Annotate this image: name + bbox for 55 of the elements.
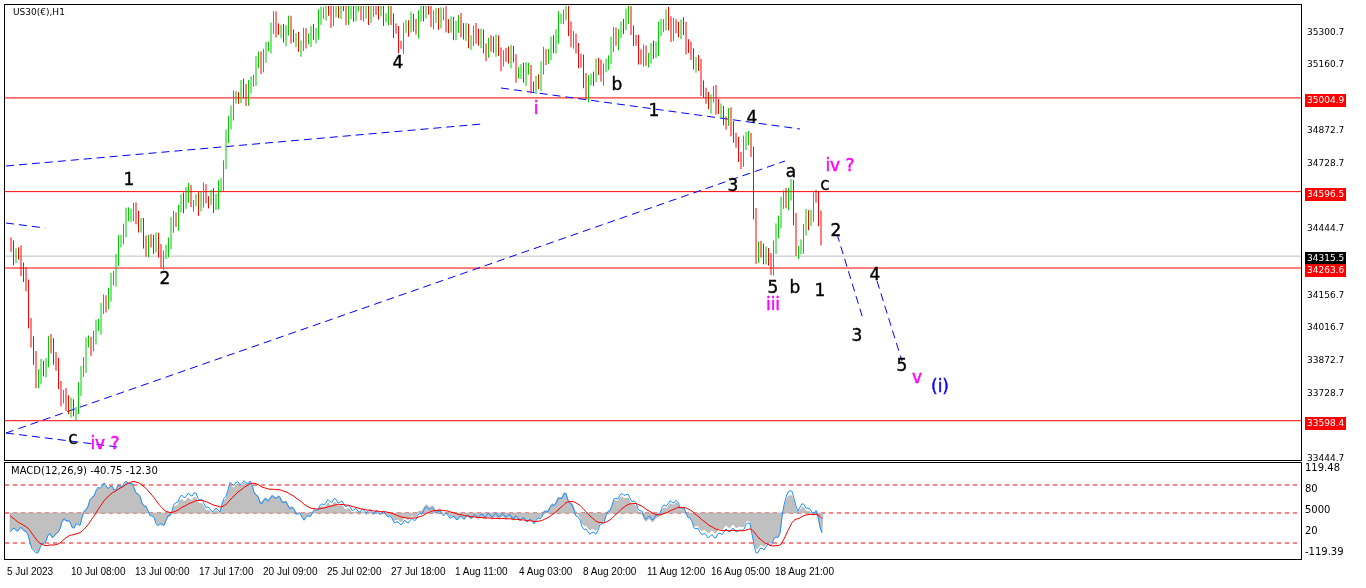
price-marker: 33598.4 xyxy=(1305,416,1347,430)
wave-label: 3 xyxy=(851,327,863,343)
indicator-tick-label: 80 xyxy=(1305,483,1319,495)
indicator-tick-label: 20 xyxy=(1305,525,1319,537)
price-tick-label: 34728.7 xyxy=(1306,157,1346,171)
wave-label: 4 xyxy=(746,109,758,125)
chart-title: US30(€),H1 xyxy=(13,7,65,17)
price-tick-label: 33444.7 xyxy=(1306,452,1346,463)
time-tick-label: 25 Jul 02:00 xyxy=(327,565,383,577)
price-tick-label: 34016.7 xyxy=(1306,320,1346,334)
time-tick-label: 8 Aug 20:00 xyxy=(583,565,638,577)
wave-label: 4 xyxy=(869,266,881,282)
time-tick-label: 16 Aug 05:00 xyxy=(711,565,771,577)
wave-label: 1 xyxy=(123,171,135,187)
price-tick-label: 34156.7 xyxy=(1306,288,1346,302)
wave-label: iv ? xyxy=(825,157,855,173)
wave-label: b xyxy=(789,279,801,295)
indicator-tick-label: 5000 xyxy=(1305,504,1332,516)
time-tick-label: 27 Jul 18:00 xyxy=(391,565,447,577)
time-tick-label: 1 Aug 11:00 xyxy=(455,565,509,577)
price-tick-label: 35160.7 xyxy=(1306,58,1346,72)
price-tick-label: 34444.7 xyxy=(1306,222,1346,236)
price-marker: 34596.5 xyxy=(1305,187,1347,201)
indicator-title: MACD(12,26,9) -40.75 -12.30 xyxy=(11,465,158,476)
time-tick-label: 13 Jul 00:00 xyxy=(135,565,191,577)
wave-label: 2 xyxy=(159,270,171,286)
wave-label: v xyxy=(911,369,923,385)
price-tick-label: 35300.7 xyxy=(1306,26,1346,39)
wave-label: c xyxy=(820,176,830,192)
wave-label: 4 xyxy=(392,54,404,70)
wave-label: 3 xyxy=(727,177,739,193)
wave-label: 1 xyxy=(648,102,660,118)
wave-label: iii xyxy=(765,296,781,312)
wave-label: (i) xyxy=(931,378,949,394)
price-marker: 35004.9 xyxy=(1305,93,1347,107)
time-tick-label: 4 Aug 03:00 xyxy=(519,565,574,577)
wave-label: 2 xyxy=(830,222,842,238)
indicator-tick-label: 119.48 xyxy=(1305,462,1341,474)
price-marker: 34263.6 xyxy=(1305,264,1347,278)
price-tick-label: 33872.7 xyxy=(1306,353,1346,367)
time-tick-label: 11 Aug 12:00 xyxy=(647,565,707,577)
wave-label: b xyxy=(611,76,623,92)
price-tick-label: 34872.7 xyxy=(1306,124,1346,138)
wave-label: 5 xyxy=(767,279,779,295)
indicator-tick-label: -119.39 xyxy=(1305,546,1344,558)
wave-label: 1 xyxy=(814,282,826,298)
time-tick-label: 10 Jul 08:00 xyxy=(71,565,127,577)
time-tick-label: 20 Jul 09:00 xyxy=(263,565,319,577)
time-tick-label: 17 Jul 17:00 xyxy=(199,565,255,577)
wave-label: i xyxy=(533,100,539,116)
time-tick-label: 5 Jul 2023 xyxy=(7,565,55,577)
wave-label: a xyxy=(785,163,797,179)
price-tick-label: 33728.7 xyxy=(1306,386,1346,400)
time-tick-label: 18 Aug 21:00 xyxy=(775,565,835,577)
wave-label: 5 xyxy=(896,357,908,373)
